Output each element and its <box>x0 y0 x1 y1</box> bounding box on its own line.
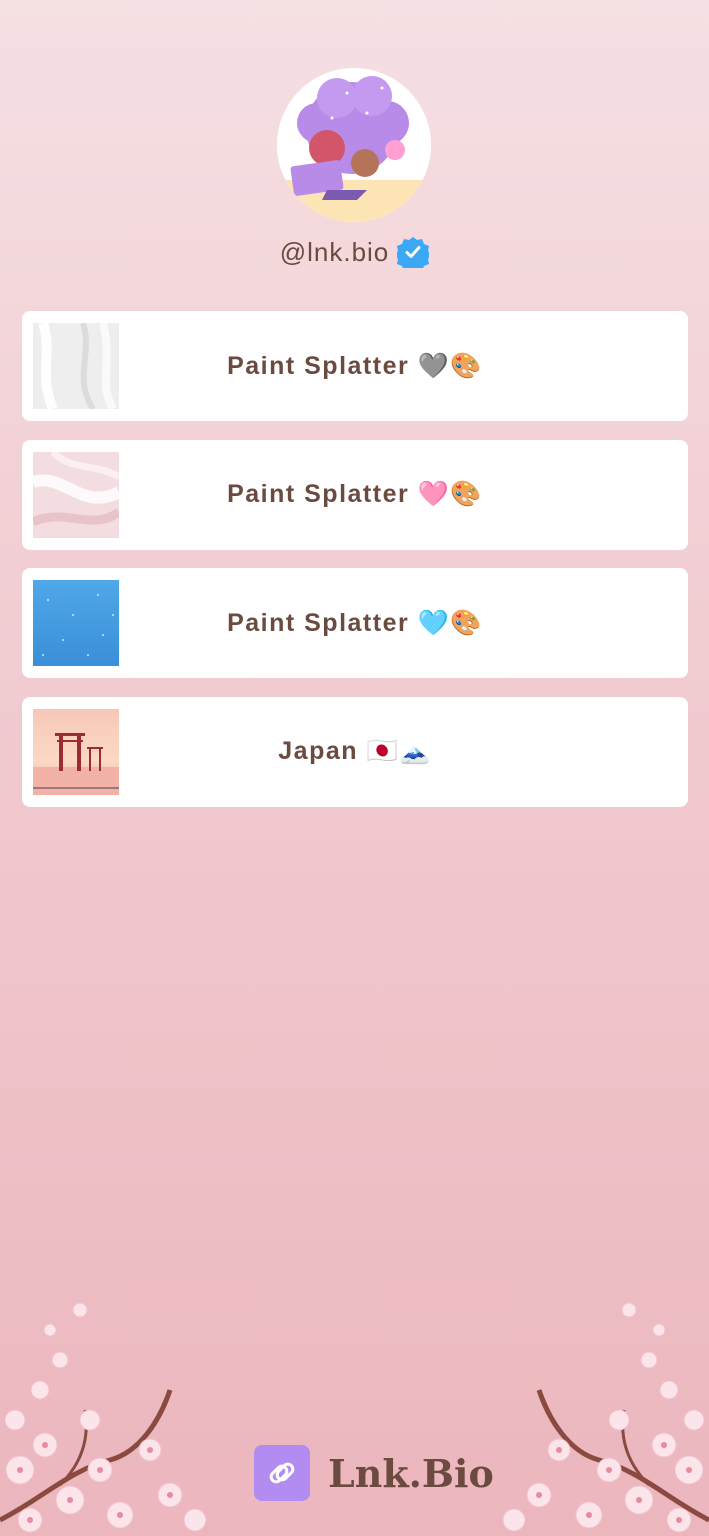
cherry-blossom-left-decoration <box>0 1302 207 1533</box>
white-marble-thumbnail <box>33 323 119 409</box>
link-icon <box>254 1445 310 1501</box>
pink-marble-thumbnail <box>33 451 119 538</box>
footer-brand-text: Lnk.Bio <box>328 1450 494 1496</box>
link-label: Japan 🇯🇵🗻 <box>278 737 432 765</box>
profile-avatar <box>277 68 431 222</box>
links-list: Paint Splatter 🩶🎨 Paint Splatter 🩷🎨 Pain… <box>22 311 688 825</box>
link-label: Paint Splatter 🩷🎨 <box>227 480 483 508</box>
profile-handle: @lnk.bio <box>279 236 390 267</box>
torii-gate-thumbnail <box>33 708 119 795</box>
link-paint-splatter-grey[interactable]: Paint Splatter 🩶🎨 <box>22 311 688 421</box>
blue-water-thumbnail <box>33 580 119 666</box>
verified-badge-icon <box>397 237 430 268</box>
profile-header: @lnk.bio <box>0 232 709 272</box>
link-label: Paint Splatter 🩶🎨 <box>227 351 483 380</box>
link-japan[interactable]: Japan 🇯🇵🗻 <box>22 696 688 807</box>
link-paint-splatter-pink[interactable]: Paint Splatter 🩷🎨 <box>22 439 688 550</box>
cartoon-avatar-icon <box>277 68 431 222</box>
link-label: Paint Splatter 🩵🎨 <box>227 608 483 637</box>
link-paint-splatter-blue[interactable]: Paint Splatter 🩵🎨 <box>22 568 688 678</box>
footer-branding[interactable]: Lnk.Bio <box>254 1445 494 1501</box>
